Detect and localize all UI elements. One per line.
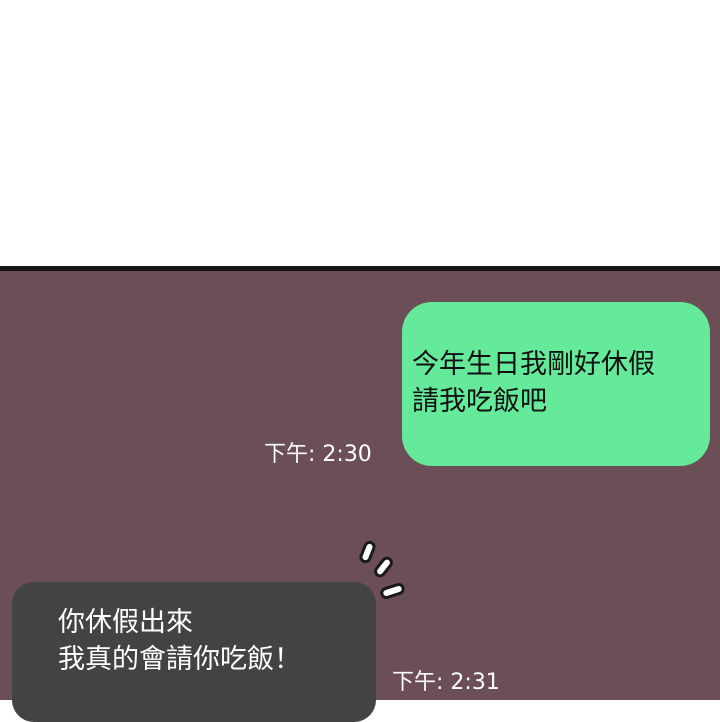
message-bubble-outgoing[interactable]: 今年生日我剛好休假 請我吃飯吧 — [402, 302, 710, 466]
blank-top-panel — [0, 0, 720, 266]
message-bubble-incoming[interactable]: 你休假出來 我真的會請你吃飯！ — [12, 582, 376, 722]
message-timestamp: 下午: 2:30 — [264, 442, 372, 467]
message-timestamp: 下午: 2:31 — [392, 670, 500, 695]
